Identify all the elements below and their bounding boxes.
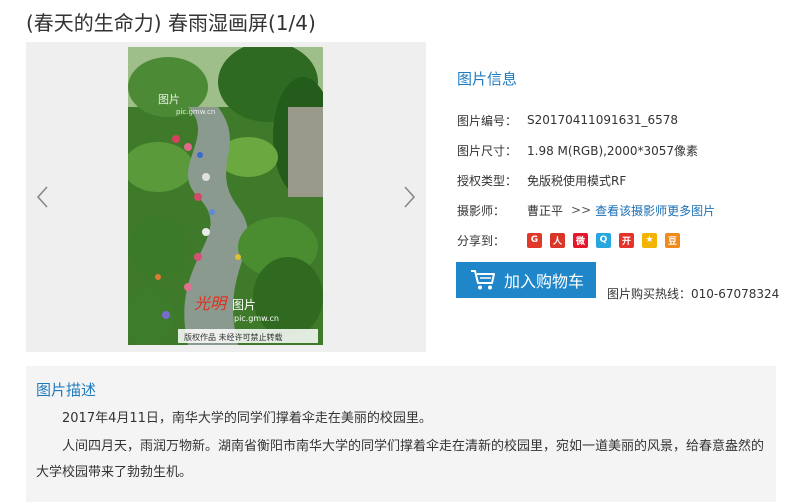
photographer-more-link[interactable]: 查看该摄影师更多图片	[595, 202, 715, 219]
info-value: 免版税使用模式RF	[527, 173, 627, 188]
share-row: 分享到： G 人微 Q 开 ★ 豆	[457, 225, 777, 255]
chevron-right-icon	[404, 186, 416, 208]
info-value: 1.98 M(RGB),2000*3057像素	[527, 143, 699, 158]
weibo-icon[interactable]: 微	[573, 232, 588, 248]
qq-space-icon[interactable]: Q	[596, 232, 611, 248]
watermark-brand: 光明	[194, 294, 229, 313]
link-separator: >>	[571, 203, 592, 217]
description-paragraph: 2017年4月11日，南华大学的同学们撑着伞走在美丽的校园里。	[62, 411, 432, 426]
add-to-cart-button[interactable]: 加入购物车	[456, 262, 596, 298]
copyright-caption: 版权作品 未经许可禁止转载	[184, 332, 283, 342]
add-to-cart-label: 加入购物车	[504, 272, 585, 291]
info-label: 摄影师：	[457, 203, 506, 218]
share-label: 分享到：	[457, 233, 506, 248]
info-label: 图片尺寸：	[457, 143, 518, 158]
info-row-size: 图片尺寸： 1.98 M(RGB),2000*3057像素	[457, 135, 777, 165]
watermark-bottom-url: pic.gmw.cn	[234, 314, 279, 323]
description-paragraph: 人间四月天，雨润万物新。湖南省衡阳市南华大学的同学们撑着伞走在清新的校园里，宛如…	[36, 439, 765, 480]
cart-icon	[471, 270, 495, 290]
purchase-hotline: 图片购买热线：010-67078324	[607, 287, 780, 301]
info-label: 图片编号：	[457, 113, 518, 128]
image-description-panel: 图片描述 2017年4月11日，南华大学的同学们撑着伞走在美丽的校园里。 人间四…	[26, 366, 776, 502]
page-title: (春天的生命力) 春雨湿画屏(1/4)	[26, 11, 316, 35]
douban-icon[interactable]: 豆	[665, 232, 680, 248]
watermark-top: 图片	[158, 93, 180, 106]
photographer-name: 曹正平	[527, 203, 564, 218]
info-label: 授权类型：	[457, 173, 518, 188]
qzone-star-icon[interactable]: ★	[642, 232, 657, 248]
kaixin-icon[interactable]: 开	[619, 232, 634, 248]
campus-rain-photo: 图片 pic.gmw.cn 光明 图片 pic.gmw.cn 版权作品 未经许可…	[128, 47, 323, 345]
info-row-photographer: 摄影师： 曹正平 >> 查看该摄影师更多图片	[457, 195, 777, 225]
image-info-panel: 图片信息 图片编号： S20170411091631_6578 图片尺寸： 1.…	[457, 68, 777, 255]
info-row-id: 图片编号： S20170411091631_6578	[457, 105, 777, 135]
chevron-left-icon	[36, 186, 48, 208]
next-image-button[interactable]	[398, 179, 422, 215]
google-icon[interactable]: G	[527, 232, 542, 248]
info-value: S20170411091631_6578	[527, 113, 679, 127]
prev-image-button[interactable]	[30, 179, 54, 215]
image-info-title: 图片信息	[457, 70, 518, 88]
share-icons: G 人微 Q 开 ★ 豆	[527, 232, 680, 248]
image-viewer: 图片 pic.gmw.cn 光明 图片 pic.gmw.cn 版权作品 未经许可…	[26, 42, 426, 352]
main-photo[interactable]: 图片 pic.gmw.cn 光明 图片 pic.gmw.cn 版权作品 未经许可…	[128, 47, 323, 345]
watermark-bottom: 图片	[232, 298, 256, 312]
watermark-top-url: pic.gmw.cn	[176, 108, 215, 116]
info-row-license: 授权类型： 免版税使用模式RF	[457, 165, 777, 195]
renren-icon[interactable]: 人	[550, 232, 565, 248]
description-title: 图片描述	[36, 381, 97, 399]
